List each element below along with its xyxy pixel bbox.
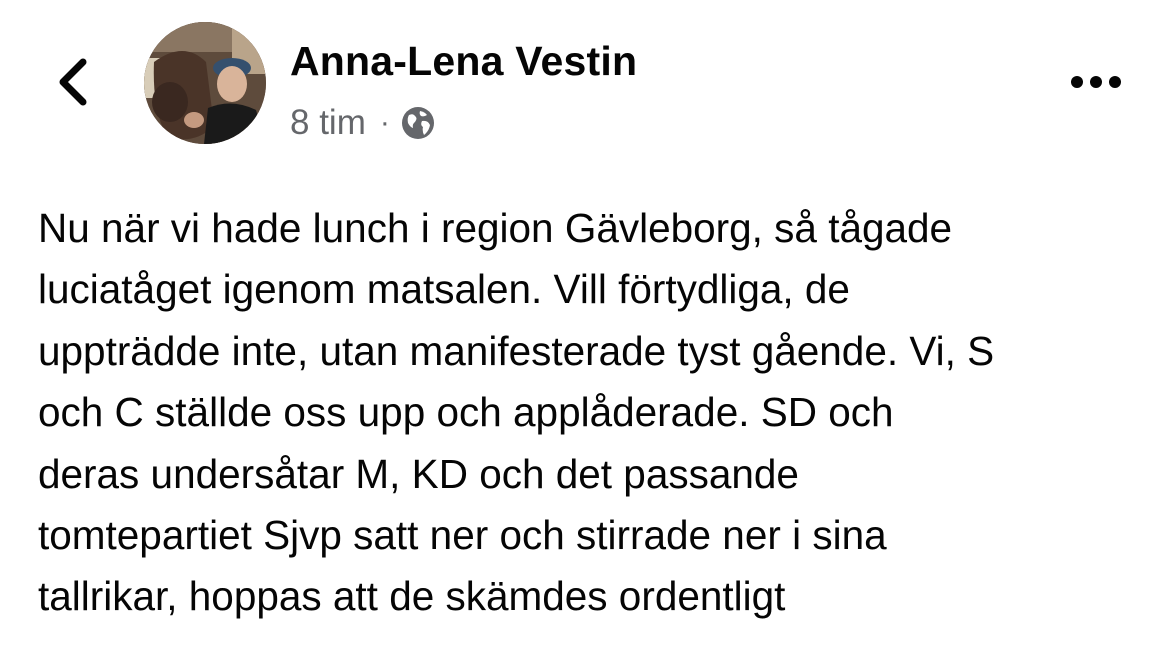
post-meta: 8 tim ·: [290, 100, 436, 146]
back-button[interactable]: [44, 52, 100, 112]
post-text-line: tallrikar, hoppas att de skämdes ordentl…: [38, 573, 786, 620]
post-text-line: luciatåget igenom matsalen. Vill förtydl…: [38, 266, 850, 313]
more-options-button[interactable]: [1064, 60, 1128, 104]
globe-icon[interactable]: [400, 105, 436, 141]
meta-separator: ·: [379, 106, 390, 139]
avatar-photo: [144, 22, 266, 144]
author-name[interactable]: Anna-Lena Vestin: [290, 38, 637, 85]
more-horizontal-icon: [1071, 76, 1121, 88]
post-timestamp[interactable]: 8 tim: [290, 103, 366, 143]
post-text-line: och C ställde oss upp och applåderade. S…: [38, 389, 894, 436]
author-avatar[interactable]: [144, 22, 266, 144]
chevron-left-icon: [59, 58, 87, 106]
post-text-line: Nu när vi hade lunch i region Gävleborg,…: [38, 205, 953, 251]
post-text-line: tomtepartiet Sjvp satt ner och stirrade …: [38, 512, 887, 559]
post-text: Nu när vi hade lunch i region Gävleborg,…: [38, 198, 1148, 628]
post-text-line: deras undersåtar M, KD och det passande: [38, 450, 799, 497]
post-text-line: uppträdde inte, utan manifesterade tyst …: [38, 327, 995, 374]
